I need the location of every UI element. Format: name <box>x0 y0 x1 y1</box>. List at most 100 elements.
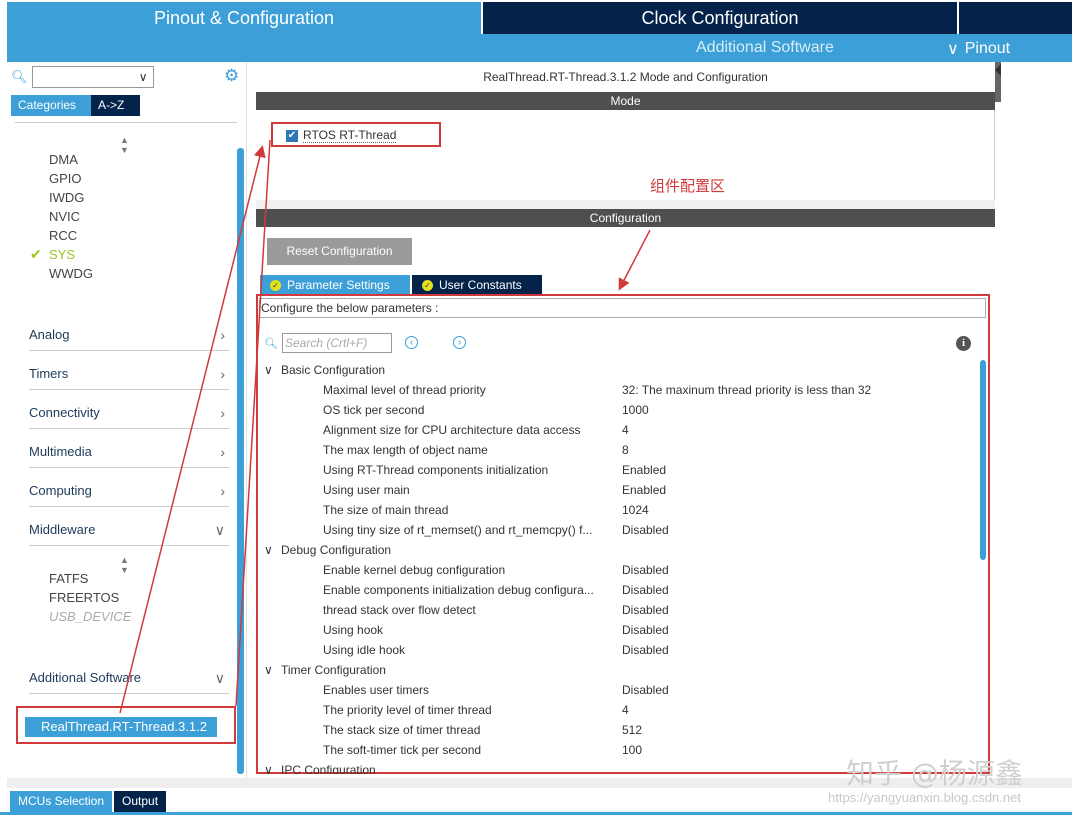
param-value[interactable]: 8 <box>622 440 629 460</box>
param-group-label: IPC Configuration <box>281 763 376 774</box>
param-value[interactable]: 1024 <box>622 500 649 520</box>
info-icon[interactable]: i <box>956 336 971 351</box>
chevron-down-icon: ∨ <box>214 670 225 686</box>
tree-item-freertos[interactable]: FREERTOS <box>49 590 119 605</box>
param-row[interactable]: The size of main thread 1024 <box>256 500 981 520</box>
parameter-tabs: ✓ Parameter Settings ✓ User Constants <box>260 275 542 295</box>
param-name: The stack size of timer thread <box>323 723 481 737</box>
chevron-down-icon[interactable]: ∨ <box>139 70 148 84</box>
tree-item-dma[interactable]: DMA <box>49 152 78 167</box>
chevron-right-icon: › <box>220 366 225 382</box>
tab-output[interactable]: Output <box>114 791 167 812</box>
tab-mcus-selection[interactable]: MCUs Selection <box>10 791 113 812</box>
param-value[interactable]: Disabled <box>622 560 669 580</box>
scroll-up-icon[interactable]: ▲ ▼ <box>120 555 129 575</box>
param-name: Using RT-Thread components initializatio… <box>323 463 549 477</box>
left-scrollbar[interactable] <box>237 148 244 774</box>
param-row[interactable]: Using user main Enabled <box>256 480 981 500</box>
chevron-down-icon[interactable]: ∨ <box>264 540 273 560</box>
pinout-menu[interactable]: ∨ Pinout <box>947 39 1010 59</box>
tab-parameter-settings[interactable]: ✓ Parameter Settings <box>260 275 410 295</box>
param-row[interactable]: Using idle hook Disabled <box>256 640 981 660</box>
param-value[interactable]: Disabled <box>622 680 669 700</box>
param-row[interactable]: The max length of object name 8 <box>256 440 981 460</box>
check-circle-icon: ✓ <box>422 279 433 291</box>
param-value[interactable]: 4 <box>622 420 629 440</box>
section-additional-software[interactable]: Additional Software ∨ <box>29 670 229 694</box>
param-name: Maximal level of thread priority <box>323 383 486 397</box>
chevron-down-icon[interactable]: ∨ <box>264 360 273 380</box>
parameter-scrollbar[interactable] <box>980 360 986 560</box>
param-group[interactable]: ∨ Timer Configuration <box>256 660 981 680</box>
param-name: Using idle hook <box>323 643 406 657</box>
tab-pinout-configuration[interactable]: Pinout & Configuration <box>7 2 481 34</box>
section-middleware[interactable]: Middleware ∨ <box>29 522 229 546</box>
param-row[interactable]: thread stack over flow detect Disabled <box>256 600 981 620</box>
tree-item-rcc[interactable]: RCC <box>49 228 77 243</box>
bottom-tabs: MCUs Selection Output <box>10 791 167 812</box>
param-group[interactable]: ∨ Basic Configuration <box>256 360 981 380</box>
section-multimedia[interactable]: Multimedia › <box>29 444 229 468</box>
param-row[interactable]: Using hook Disabled <box>256 620 981 640</box>
tab-categories[interactable]: Categories <box>11 95 91 116</box>
param-row[interactable]: OS tick per second 1000 <box>256 400 981 420</box>
section-computing[interactable]: Computing › <box>29 483 229 507</box>
param-value[interactable]: Disabled <box>622 580 669 600</box>
tab-a-to-z[interactable]: A->Z <box>91 95 140 116</box>
tree-item-fatfs[interactable]: FATFS <box>49 571 88 586</box>
highlight-box-mode <box>271 122 441 147</box>
param-group-label: Basic Configuration <box>281 363 386 377</box>
tree-item-gpio[interactable]: GPIO <box>49 171 82 186</box>
param-name: Using hook <box>323 623 384 637</box>
parameter-search-input[interactable]: Search (Crtl+F) <box>281 333 392 353</box>
param-row[interactable]: Enables user timers Disabled <box>256 680 981 700</box>
section-label: Middleware <box>29 522 96 537</box>
tree-item-sys[interactable]: SYS <box>49 247 75 262</box>
tab-label: Parameter Settings <box>287 278 390 292</box>
param-value[interactable]: Disabled <box>622 600 669 620</box>
param-row[interactable]: Maximal level of thread priority 32: The … <box>256 380 981 400</box>
chevron-down-icon[interactable]: ∨ <box>264 760 273 774</box>
tree-item-wwdg[interactable]: WWDG <box>49 266 93 281</box>
section-label: Timers <box>29 366 69 381</box>
collapse-arrow-icon[interactable] <box>995 64 1001 76</box>
param-value[interactable]: 1000 <box>622 400 649 420</box>
param-name: thread stack over flow detect <box>323 603 476 617</box>
tab-clock-configuration[interactable]: Clock Configuration <box>483 2 957 34</box>
param-value[interactable]: Disabled <box>622 620 669 640</box>
param-row[interactable]: Using tiny size of rt_memset() and rt_me… <box>256 520 981 540</box>
param-value[interactable]: Disabled <box>622 520 669 540</box>
previous-result-icon[interactable]: ‹ <box>405 336 418 349</box>
tree-item-nvic[interactable]: NVIC <box>49 209 80 224</box>
param-value[interactable]: Enabled <box>622 460 666 480</box>
param-row[interactable]: The priority level of timer thread 4 <box>256 700 981 720</box>
param-value[interactable]: 100 <box>622 740 642 760</box>
param-row[interactable]: Alignment size for CPU architecture data… <box>256 420 981 440</box>
gear-icon[interactable]: ⚙ <box>224 66 239 86</box>
watermark: 知乎 @杨源鑫 <box>846 757 1023 790</box>
section-timers[interactable]: Timers › <box>29 366 229 390</box>
param-row[interactable]: Enable kernel debug configuration Disable… <box>256 560 981 580</box>
tree-item-iwdg[interactable]: IWDG <box>49 190 84 205</box>
section-analog[interactable]: Analog › <box>29 327 229 351</box>
scroll-up-icon[interactable]: ▲ ▼ <box>120 135 129 155</box>
param-row[interactable]: Using RT-Thread components initializatio… <box>256 460 981 480</box>
category-search-input[interactable]: ∨ <box>31 66 154 88</box>
tab-user-constants[interactable]: ✓ User Constants <box>412 275 542 295</box>
param-value[interactable]: Disabled <box>622 640 669 660</box>
param-group[interactable]: ∨ Debug Configuration <box>256 540 981 560</box>
check-circle-icon: ✓ <box>270 279 281 291</box>
tab-project-manager[interactable] <box>959 2 1072 34</box>
chevron-down-icon[interactable]: ∨ <box>264 660 273 680</box>
next-result-icon[interactable]: › <box>453 336 466 349</box>
param-row[interactable]: Enable components initialization debug c… <box>256 580 981 600</box>
param-row[interactable]: The stack size of timer thread 512 <box>256 720 981 740</box>
param-value[interactable]: 32: The maxinum thread priority is less … <box>622 380 871 400</box>
additional-software-link[interactable]: Additional Software <box>696 39 834 57</box>
param-value[interactable]: 512 <box>622 720 642 740</box>
reset-configuration-button[interactable]: Reset Configuration <box>267 238 412 265</box>
section-connectivity[interactable]: Connectivity › <box>29 405 229 429</box>
param-value[interactable]: Enabled <box>622 480 666 500</box>
param-value[interactable]: 4 <box>622 700 629 720</box>
pinout-menu-label: Pinout <box>964 40 1011 57</box>
